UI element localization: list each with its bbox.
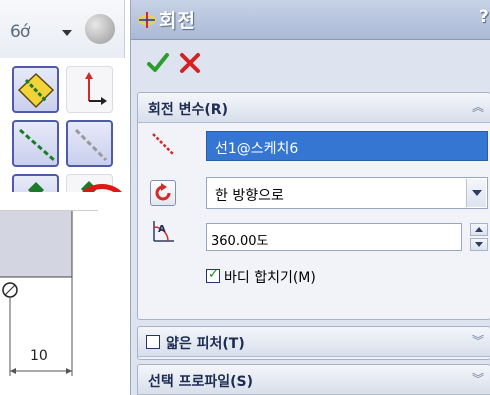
angle-icon: A: [153, 221, 174, 242]
point-button[interactable]: [12, 174, 59, 192]
group-header-profile[interactable]: 선택 프로파일(S) ︾: [138, 365, 490, 395]
reverse-arrow-icon: [155, 183, 171, 201]
appearance-ball-icon[interactable]: [85, 14, 115, 44]
centerline-icon: [19, 128, 55, 162]
svg-text:A: A: [158, 224, 166, 235]
panel-titlebar: 회전 ?: [131, 0, 490, 40]
chevron-down-icon[interactable]: ︾: [472, 373, 484, 385]
chevron-down-icon[interactable]: [62, 30, 72, 36]
dimension-label: 10: [30, 348, 48, 364]
direction-select-value: 한 방향으로: [215, 188, 284, 204]
construction-line-icon: [74, 128, 108, 162]
sketch-drawing: [0, 211, 73, 376]
selected-profiles-group: 선택 프로파일(S) ︾: [137, 364, 490, 395]
toolbar-crop: 6ớ: [0, 0, 125, 192]
ok-button[interactable]: [145, 50, 171, 76]
thin-feature-checkbox[interactable]: [146, 335, 160, 349]
merge-bodies-label: 바디 합치기(M): [224, 270, 316, 286]
axis-line-icon: [152, 133, 174, 155]
centerline-button[interactable]: [12, 120, 59, 167]
reverse-direction-button[interactable]: [150, 180, 176, 206]
checkmark-icon: ✓: [208, 267, 219, 282]
chevron-down-icon[interactable]: ︾: [472, 335, 484, 347]
point-diamond-icon: [28, 182, 44, 192]
group-title: 선택 프로파일(S): [148, 374, 254, 390]
merge-bodies-checkbox[interactable]: ✓: [206, 267, 220, 283]
axis-selection-field[interactable]: 선1@스케치6: [206, 131, 488, 161]
group-title: 얇은 피처(T): [166, 336, 245, 352]
chevron-down-icon[interactable]: [466, 179, 486, 207]
view-toolbar-strip: 6ớ: [0, 0, 125, 58]
direction-select[interactable]: 한 방향으로: [206, 177, 488, 209]
revolve-icon: [138, 12, 156, 28]
revolve-parameters-group: 회전 변수(R) ︽ 선1@스케치6 한 방향으로 A 360.00도 ✓ 바디…: [137, 92, 490, 320]
angle-input[interactable]: 360.00도: [206, 223, 462, 251]
diamond-icon: [17, 72, 55, 109]
construction-line-button[interactable]: [66, 120, 113, 167]
angle-spin-down-button[interactable]: [470, 238, 488, 251]
drawing-crop: 10: [0, 210, 98, 395]
group-title: 회전 변수(R): [148, 102, 228, 118]
relation-diamond-button[interactable]: [12, 66, 59, 113]
sketch-body-shape: [0, 211, 72, 277]
angle-input-value: 360.00도: [211, 234, 269, 249]
help-icon[interactable]: ?: [479, 7, 489, 27]
angle-spin-up-button[interactable]: [470, 223, 488, 236]
coordinate-axes-icon: [85, 72, 107, 105]
coordinate-system-button[interactable]: [66, 66, 113, 113]
glasses-icon[interactable]: 6ớ: [10, 22, 30, 42]
sketch-tool-grid: [8, 62, 125, 192]
revolve-property-manager: 회전 ? 회전 변수(R) ︽ 선1@스케치6 한 방향으로 A 360.00도…: [130, 0, 490, 395]
group-header-thin[interactable]: 얇은 피처(T) ︾: [138, 327, 490, 357]
chevron-up-icon[interactable]: ︽: [472, 101, 484, 113]
group-header-params[interactable]: 회전 변수(R) ︽: [138, 93, 490, 123]
axis-selection-value: 선1@스케치6: [215, 141, 299, 157]
cancel-button[interactable]: [177, 50, 203, 76]
page-title: 회전: [159, 10, 196, 32]
thin-feature-group: 얇은 피처(T) ︾: [137, 326, 490, 360]
